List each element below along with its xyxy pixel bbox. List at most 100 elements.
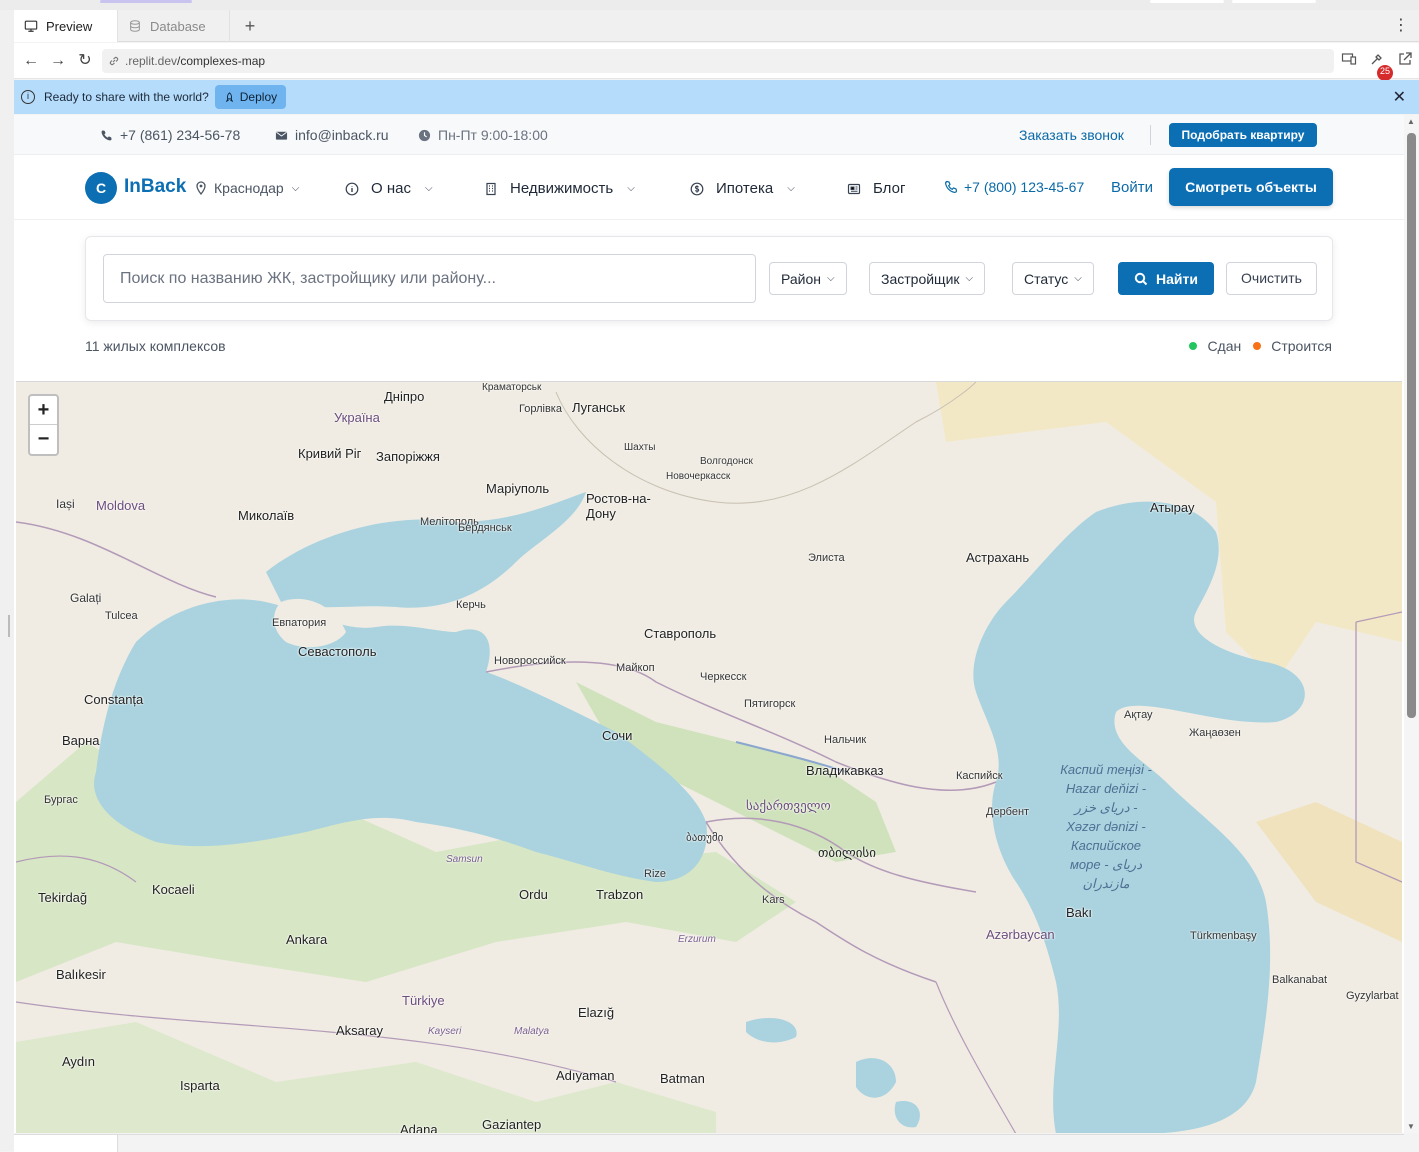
- page-scrollbar[interactable]: ▲ ▼: [1404, 115, 1419, 1133]
- city-selector[interactable]: Краснодар ⌵: [194, 180, 299, 196]
- map-label: Erzurum: [678, 934, 716, 945]
- developer-select[interactable]: Застройщик ⌵: [869, 262, 986, 295]
- map-label: Україна: [334, 410, 380, 425]
- deploy-button[interactable]: Deploy: [214, 85, 287, 109]
- map-label: Горлівка: [519, 403, 562, 415]
- map-label: Azərbaycan: [986, 927, 1055, 942]
- map-label: Черкесск: [700, 671, 747, 683]
- building-icon: [486, 182, 496, 195]
- map-label: Маріуполь: [486, 481, 550, 496]
- status-label: Статус: [1024, 270, 1069, 287]
- map-label: Дербент: [986, 806, 1030, 818]
- map-label: Kocaeli: [152, 882, 195, 897]
- rocket-icon: [225, 91, 234, 102]
- bottom-tab[interactable]: [14, 1135, 118, 1152]
- login-link[interactable]: Войти: [1111, 179, 1153, 196]
- resize-handle[interactable]: [8, 615, 10, 637]
- more-options-icon[interactable]: ⋮: [1393, 16, 1409, 36]
- search-input[interactable]: Поиск по названию ЖК, застройщику или ра…: [103, 254, 756, 303]
- map-label: Новороссийск: [494, 655, 566, 667]
- contact-phone-text: +7 (861) 234-56-78: [120, 127, 241, 143]
- map-label: Ankara: [286, 932, 328, 947]
- map-label: Balkanabat: [1272, 974, 1328, 986]
- reload-icon[interactable]: ↻: [76, 52, 94, 70]
- nav-mortgage-label: Ипотека: [716, 180, 774, 197]
- district-select[interactable]: Район ⌵: [769, 262, 847, 295]
- tab-database[interactable]: Database: [118, 10, 230, 42]
- map-label: Краматорськ: [482, 382, 542, 393]
- open-external-icon[interactable]: [1397, 51, 1413, 67]
- tab-preview[interactable]: Preview: [14, 10, 118, 42]
- zoom-out-button[interactable]: −: [30, 425, 57, 454]
- chevron-down-icon: ⌵: [827, 273, 835, 284]
- devices-icon[interactable]: [1341, 51, 1357, 67]
- city-label: Краснодар: [214, 180, 284, 196]
- logo-text[interactable]: InBack: [124, 176, 186, 198]
- map-label: Constanța: [84, 692, 144, 707]
- map-label: Batman: [660, 1071, 705, 1086]
- info-icon: i: [21, 90, 35, 104]
- work-hours-text: Пн-Пт 9:00-18:00: [438, 127, 548, 143]
- chevron-down-icon: ⌵: [787, 183, 795, 194]
- pick-apartment-button[interactable]: Подобрать квартиру: [1169, 123, 1317, 147]
- map-label: Жаңаөзен: [1189, 727, 1241, 739]
- url-host: .replit.dev: [125, 54, 178, 68]
- district-label: Район: [781, 270, 821, 287]
- chevron-down-icon: ⌵: [627, 183, 635, 194]
- close-icon[interactable]: ✕: [1393, 87, 1406, 107]
- new-tab-button[interactable]: +: [240, 16, 260, 36]
- clock-icon: [418, 129, 431, 141]
- contact-phone[interactable]: +7 (861) 234-56-78: [100, 127, 240, 143]
- map-label: Malatya: [514, 1026, 550, 1037]
- website-page: +7 (861) 234-56-78 info@inback.ru Пн-Пт …: [14, 115, 1404, 1133]
- scroll-up-icon[interactable]: ▲: [1407, 117, 1415, 126]
- contact-email[interactable]: info@inback.ru: [275, 127, 389, 143]
- callback-link[interactable]: Заказать звонок: [1019, 127, 1124, 143]
- envelope-icon: [275, 131, 288, 140]
- logo-mark[interactable]: C: [85, 172, 117, 204]
- nav-phone-link[interactable]: +7 (800) 123-45-67: [944, 179, 1084, 195]
- find-button[interactable]: Найти: [1118, 262, 1214, 295]
- map-pin-icon: [196, 181, 206, 195]
- map-tiles: [16, 382, 1402, 1133]
- nav-about-label: О нас: [371, 180, 411, 197]
- map-label: Aydın: [62, 1054, 96, 1069]
- database-icon: [130, 20, 140, 32]
- devtools-icon[interactable]: 25: [1369, 51, 1393, 81]
- status-select[interactable]: Статус ⌵: [1012, 262, 1094, 295]
- zoom-in-button[interactable]: +: [30, 396, 57, 425]
- forward-arrow-icon[interactable]: →: [49, 52, 67, 70]
- complexes-map[interactable]: + − Україна Дніпро Краматорськ Горлівка …: [16, 381, 1402, 1133]
- window-top-strip: [0, 0, 1419, 10]
- map-label: Новочеркасск: [666, 471, 731, 482]
- chevron-down-icon: ⌵: [1074, 273, 1082, 284]
- window-control[interactable]: [1150, 0, 1224, 3]
- map-label: Евпатория: [272, 617, 327, 629]
- link-icon: [109, 56, 119, 66]
- main-navigation: C InBack Краснодар ⌵ О нас ⌵ Недвижимость ⌵…: [14, 156, 1404, 220]
- map-label: Elazığ: [578, 1005, 615, 1020]
- view-objects-button[interactable]: Смотреть объекты: [1169, 168, 1333, 206]
- scrollbar-thumb[interactable]: [1407, 133, 1416, 718]
- nav-mortgage[interactable]: Ипотека ⌵: [690, 180, 795, 197]
- window-control[interactable]: [1232, 0, 1316, 3]
- divider: [1150, 125, 1151, 145]
- nav-realty[interactable]: Недвижимость ⌵: [484, 180, 635, 197]
- zoom-control: + −: [28, 394, 59, 456]
- nav-about[interactable]: О нас ⌵: [345, 180, 433, 197]
- back-arrow-icon[interactable]: ←: [22, 52, 40, 70]
- map-label: Trabzon: [596, 887, 644, 902]
- clear-button[interactable]: Очистить: [1226, 262, 1317, 295]
- map-label: Варна: [62, 733, 100, 748]
- info-circle-icon: [345, 182, 359, 195]
- status-legend: Сдан Строится: [1189, 338, 1332, 354]
- url-field[interactable]: .replit.dev/complexes-map: [102, 49, 1334, 73]
- scroll-down-icon[interactable]: ▼: [1407, 1122, 1415, 1131]
- phone-icon: [945, 180, 958, 193]
- map-label: Владикавказ: [806, 763, 884, 778]
- nav-realty-label: Недвижимость: [510, 180, 614, 197]
- contact-email-text: info@inback.ru: [295, 127, 389, 143]
- nav-blog[interactable]: Блог: [847, 180, 905, 197]
- map-label: Türkmenbaşy: [1190, 930, 1257, 942]
- map-label: Каспийск: [956, 770, 1003, 782]
